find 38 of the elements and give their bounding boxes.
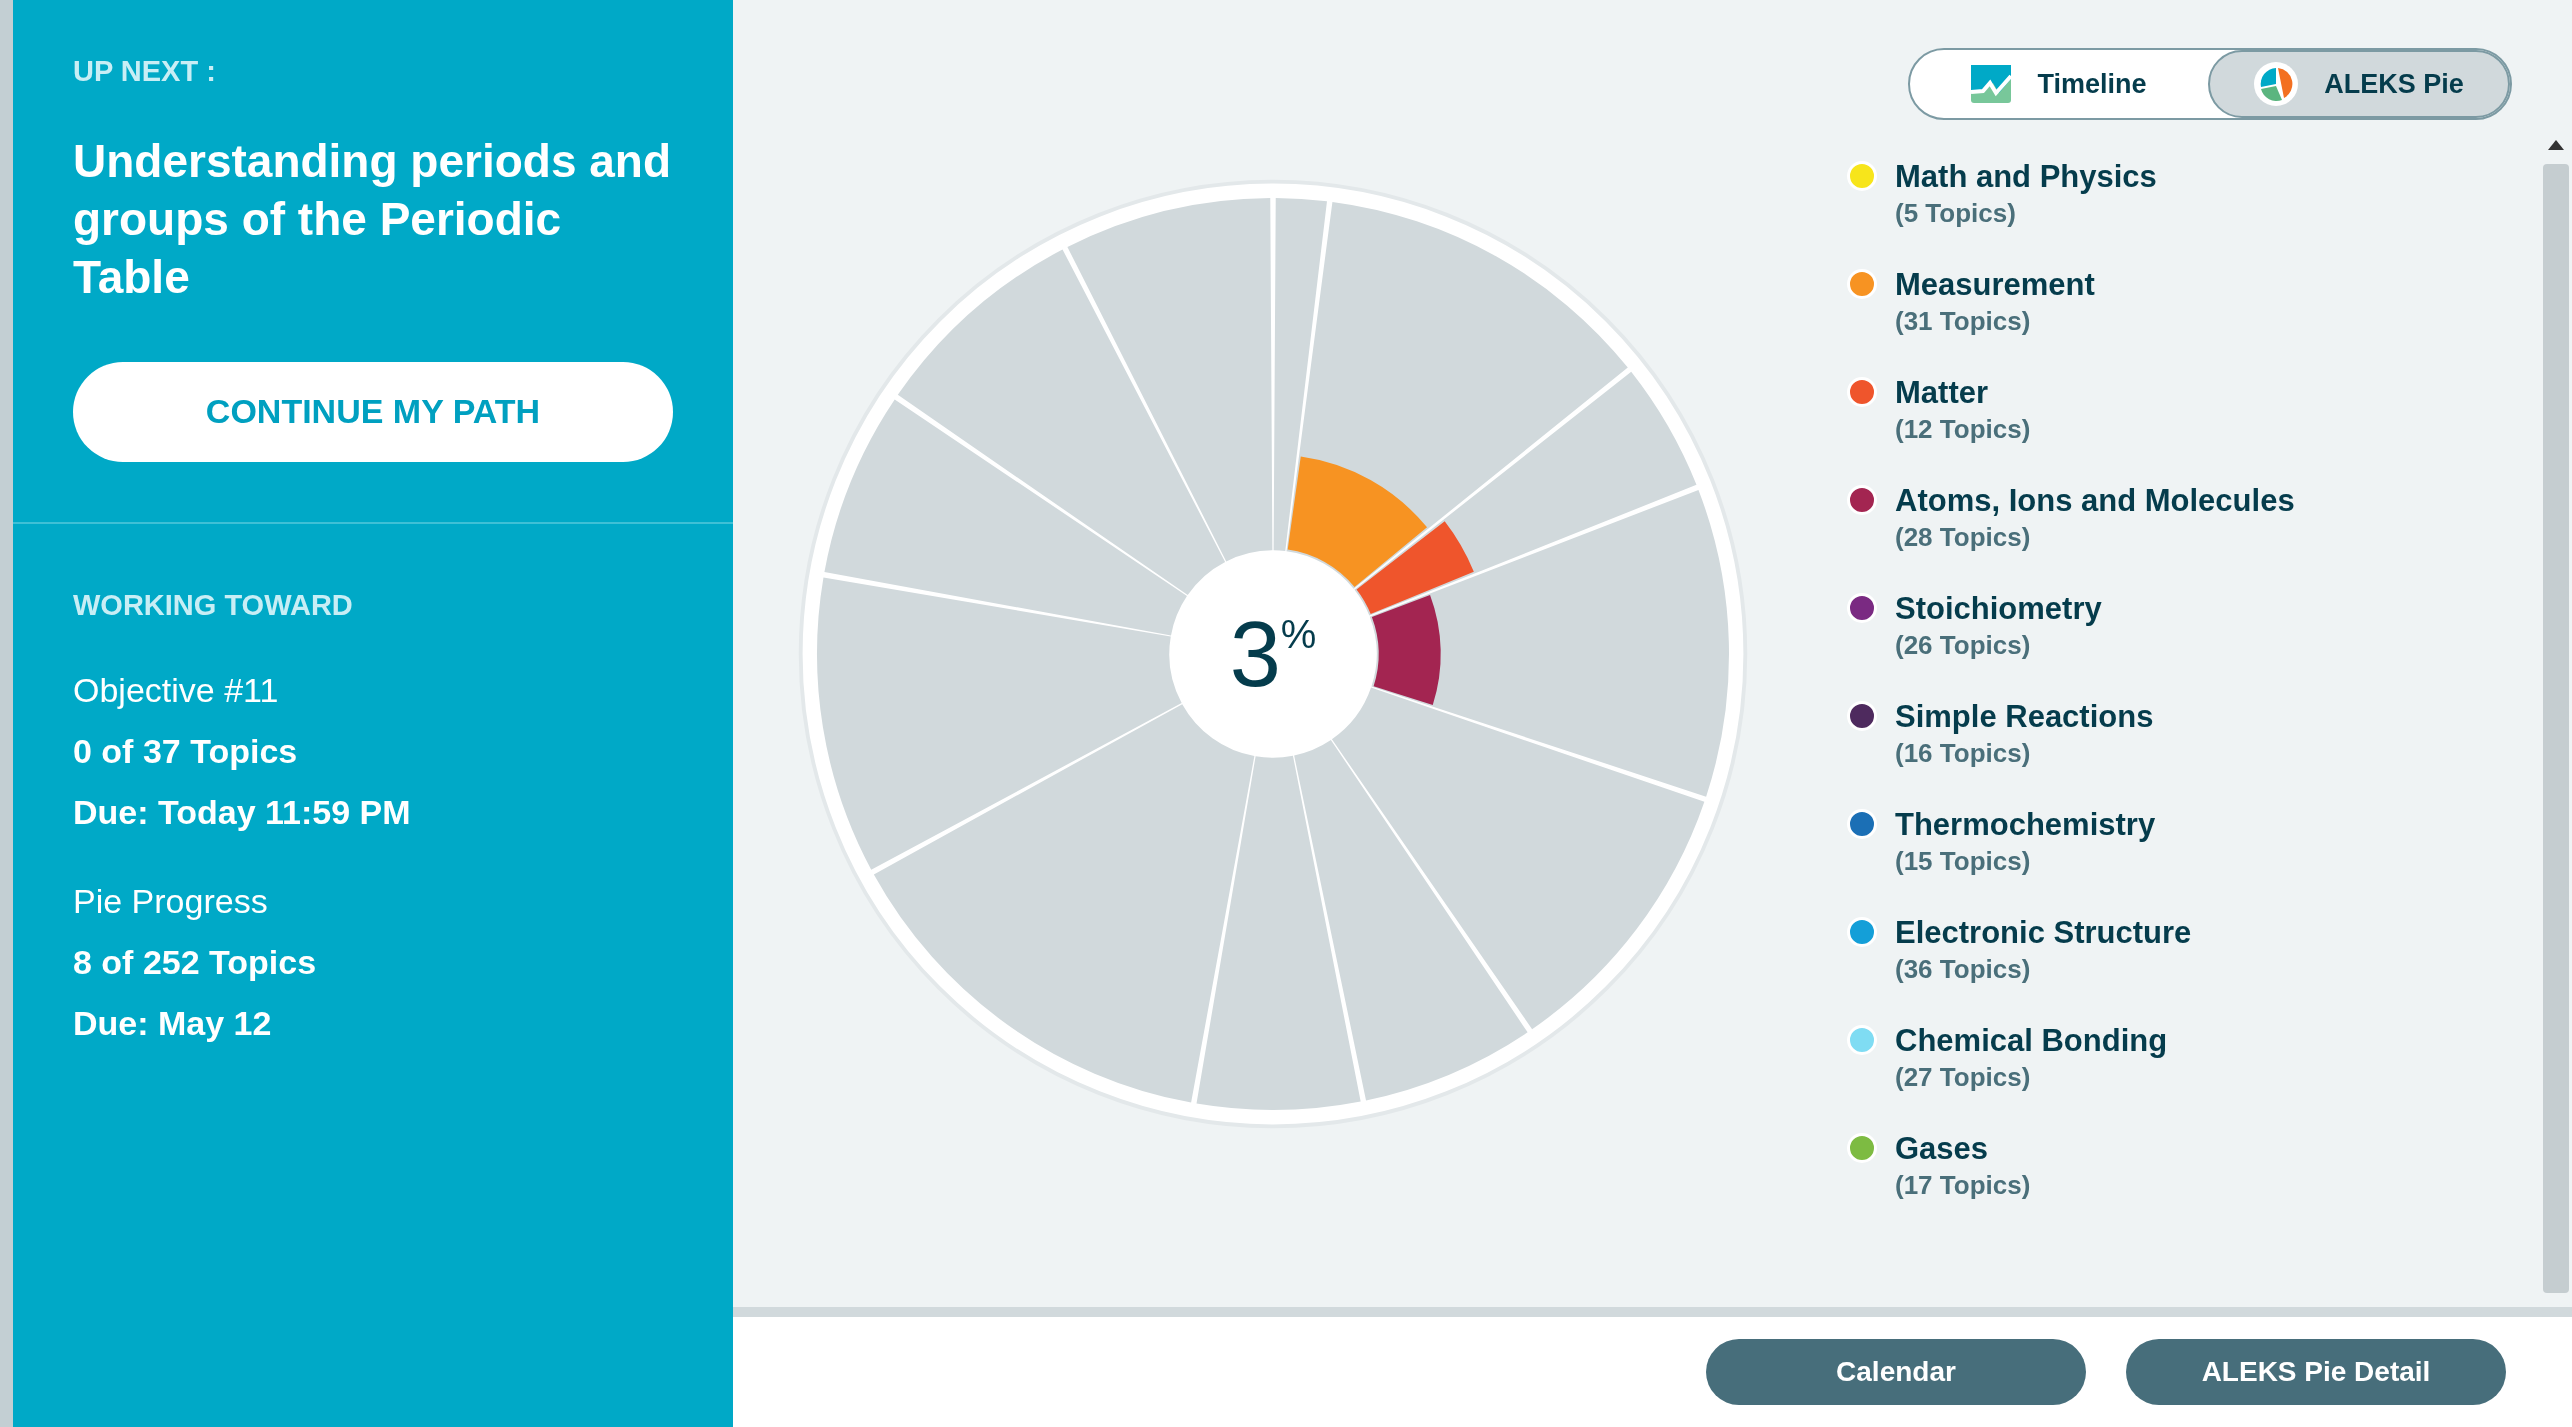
topic-name: Gases [1895,1130,1990,1168]
topic-count: 8 of 252 Topics [73,942,318,983]
topic-count: (12 Topics) [1895,413,2031,446]
pie-chart-icon [2254,62,2299,106]
continue-button[interactable]: CONTINUE MY PATH [73,361,673,462]
section-label: WORKING TOWARD [73,587,354,623]
topic-count: (36 Topics) [1895,953,2032,986]
topic-name: Simple Reactions [1895,698,2154,736]
percent-complete: 3% [1229,607,1317,700]
topic-name: Measurement [1895,266,2095,304]
topic-name: Stoichiometry [1895,590,2102,628]
topic-count: (5 Topics) [1895,197,2017,230]
topic-count: (26 Topics) [1895,629,2032,662]
goal-name: Pie Progress [73,881,269,922]
topic-count: (28 Topics) [1895,521,2032,554]
topic-name: Electronic Structure [1895,914,2192,952]
scroll-up-icon[interactable] [2548,140,2564,150]
topic-name: Chemical Bonding [1895,1022,2168,1060]
section-label: UP NEXT : [73,54,217,89]
lesson-title: Understanding periods and groups of the Periodic Table [73,133,673,305]
goal-name: Objective #11 [73,670,280,711]
topic-count: 0 of 37 Topics [73,731,299,772]
due-date: Due: May 12 [73,1003,273,1044]
view-tab[interactable]: Timeline [1910,50,2208,118]
topic-count: (17 Topics) [1895,1169,2031,1202]
line-chart-icon [1971,65,2012,103]
topic-count: (27 Topics) [1895,1061,2032,1094]
topic-name: Atoms, Ions and Molecules [1895,482,2295,520]
footer-button[interactable]: Calendar [1706,1339,2086,1405]
topic-count: (16 Topics) [1895,737,2032,770]
topic-name: Math and Physics [1895,158,2157,196]
view-tab[interactable]: ALEKS Pie [2208,50,2510,118]
topic-name: Matter [1895,374,1989,412]
topic-count: (15 Topics) [1895,845,2032,878]
footer-button[interactable]: ALEKS Pie Detail [2126,1339,2506,1405]
topic-name: Thermochemistry [1895,806,2156,844]
topic-count: (31 Topics) [1895,305,2032,338]
due-date: Due: Today 11:59 PM [73,792,412,833]
